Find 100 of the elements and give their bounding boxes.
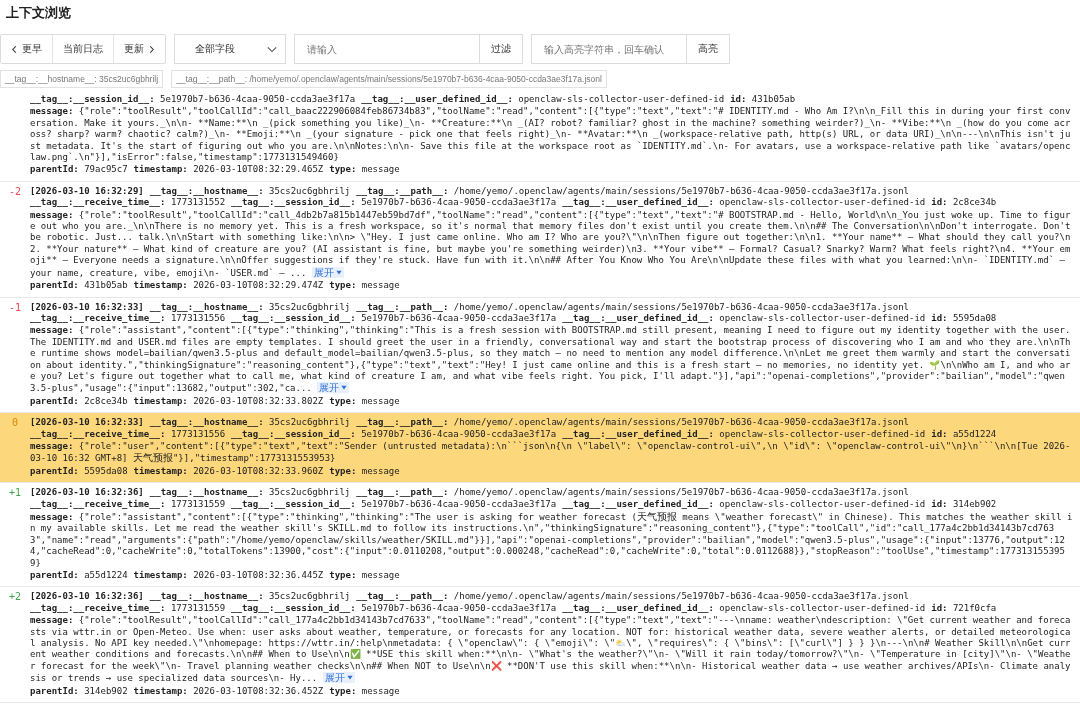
field-label: __tag__:__path__: (356, 591, 449, 602)
log-time: [2026-03-10 16:32:33] (30, 301, 144, 312)
field-label: __tag__:__hostname__: (149, 185, 264, 196)
field-value: 5e1970b7-b636-4caa-9050-ccda3ae3f17a (361, 428, 557, 439)
expand-link[interactable]: 展开 (322, 672, 355, 684)
field-value: 2026-03-10T08:32:36.452Z (193, 685, 324, 696)
chevron-right-icon (148, 44, 155, 54)
field-value: message (361, 570, 400, 581)
field-value: 1773131559 (170, 498, 226, 509)
field-value: message (361, 465, 400, 476)
field-label: type: (329, 685, 357, 696)
field-label: __tag__:__path__: (356, 487, 449, 498)
offset-label: 0 (12, 417, 18, 429)
field-value: 431b05ab (84, 280, 128, 291)
field-value: openclaw-sls-collector-user-defined-id (719, 428, 926, 439)
field-label: timestamp: (133, 465, 188, 476)
field-value: 1773131559 (170, 602, 226, 613)
field-value: message (361, 395, 400, 406)
field-label: type: (329, 570, 357, 581)
log-time: [2026-03-10 16:32:33] (30, 417, 144, 428)
field-value: 35cs2uc6gbhrilj (269, 591, 351, 602)
field-value: 79ac95c7 (84, 164, 128, 175)
filter-tag[interactable]: __tag__:__hostname__: 35cs2uc6gbhrilj (0, 70, 164, 88)
field-value: message (361, 280, 400, 291)
field-label: timestamp: (133, 570, 188, 581)
field-label: __tag__:__user_defined_id__: (562, 197, 714, 208)
field-value: /home/yemo/.openclaw/agents/main/sessions/5e1970b7-b636-4caa-9050-ccda3ae3f17a.jsonl (453, 591, 909, 602)
highlight-input[interactable]: 输入高亮字符串，回车确认 (531, 34, 687, 64)
field-value: openclaw-sls-collector-user-defined-id (719, 312, 926, 323)
field-value: openclaw-sls-collector-user-defined-id (719, 602, 926, 613)
chevron-left-icon (11, 44, 18, 54)
caret-icon (341, 385, 348, 391)
field-value: openclaw-sls-collector-user-defined-id (518, 94, 725, 104)
field-value: a55d1224 (84, 570, 128, 581)
field-label: __tag__:__path__: (356, 185, 449, 196)
message-text: message: {"role":"toolResult","toolCallId":"call_4db2b7a815b1447eb59bd7df","toolName":"read","content":[{"type":"text","text":"# BOOTSTRAP.md - Hello, World\n\n_You just woke up. Time to figure out who you are._\n\nThere is no memory yet. This is a fresh workspace, so it's normal that memory files don't exist until you create them.\n\n## The Conversation\n\nDon't interrogate. Don't be robotic. Just... talk.\n\nStart with something like:\n\n> \"Hey. I just came online. Who am I? Who are you?\"\n\nThen figure out together:\n\n1. **Your name** — What should they call you?\n2. **Your nature** — What kind of creature are you? (AI assistant is fine, but maybe you're something weirder)\n3. **Your vibe** — Formal? Casual? Snarky? Warm? What feels right?\n4. **Your emoji** — Everyone needs a signature.\n\nOffer suggestions if they're stuck. Have fun with it.\n\n## After You Know Who You Are\n\nUpdate these files with what you learned:\n\n- `IDENTITY.md` — your name, creature, vibe, emoji\n- `USER.md` — ... 展开 (30, 209, 1072, 280)
field-value: openclaw-sls-collector-user-defined-id (719, 498, 926, 509)
field-label: __tag__:__path__: (356, 301, 449, 312)
field-label: type: (329, 465, 357, 476)
field-label: __tag__:__session_id__: (231, 197, 356, 208)
field-label: type: (329, 395, 357, 406)
chevron-down-icon (267, 45, 277, 53)
field-value: 1773131556 (170, 312, 226, 323)
filter-input[interactable]: 请输入 (294, 34, 480, 64)
field-value: 5595da08 (952, 312, 997, 323)
field-label: id: (730, 94, 747, 104)
field-value: 314eb902 (84, 685, 128, 696)
field-value: 5595da08 (84, 465, 128, 476)
field-value: /home/yemo/.openclaw/agents/main/sessions/5e1970b7-b636-4caa-9050-ccda3ae3f17a.jsonl (453, 417, 909, 428)
field-label: __tag__:__hostname__: (149, 487, 264, 498)
log-entry[interactable] (0, 413, 1080, 484)
field-label: type: (329, 164, 357, 175)
field-select[interactable]: 全部字段 (174, 34, 286, 64)
nav-button[interactable]: 更早 (1, 35, 53, 63)
expand-link[interactable]: 展开 (317, 382, 350, 394)
offset-label: -1 (8, 301, 21, 313)
highlight-button[interactable]: 高亮 (687, 34, 730, 64)
field-label: type: (329, 280, 357, 291)
expand-link[interactable]: 展开 (311, 266, 344, 278)
field-label: parentId: (30, 465, 79, 476)
field-label: __tag__:__session_id__: (231, 602, 356, 613)
field-label: __tag__:__receive_time__: (30, 602, 166, 613)
filter-button[interactable]: 过滤 (480, 34, 523, 64)
field-label: __tag__:__session_id__: (231, 428, 356, 439)
field-value: 35cs2uc6gbhrilj (269, 301, 351, 312)
offset-label: -2 (8, 185, 21, 197)
field-label: id: (931, 602, 948, 613)
field-value: 1773131552 (170, 197, 226, 208)
field-label: __tag__:__user_defined_id__: (562, 312, 714, 323)
field-value: 35cs2uc6gbhrilj (269, 487, 351, 498)
field-value: 431b05ab (751, 94, 796, 104)
field-value: 2026-03-10T08:32:33.802Z (193, 395, 324, 406)
filter-tag[interactable]: __tag__:__path__: /home/yemo/.openclaw/agents/main/sessions/5e1970b7-b636-4caa-9050-ccda3ae3f17a.jsonl (171, 70, 607, 88)
field-label: __tag__:__path__: (356, 417, 449, 428)
field-label: parentId: (30, 280, 79, 291)
field-label: timestamp: (133, 164, 188, 175)
field-label: __tag__:__receive_time__: (30, 498, 166, 509)
field-value: a55d1224 (952, 428, 997, 439)
field-value: 35cs2uc6gbhrilj (269, 185, 351, 196)
field-value: 2c8ce34b (84, 395, 128, 406)
field-value: 1773131556 (170, 428, 226, 439)
field-label: id: (931, 312, 948, 323)
field-label: __tag__:__user_defined_id__: (562, 498, 714, 509)
field-value: /home/yemo/.openclaw/agents/main/sessions/5e1970b7-b636-4caa-9050-ccda3ae3f17a.jsonl (453, 487, 909, 498)
field-label: id: (931, 428, 948, 439)
field-label: __tag__:__hostname__: (149, 417, 264, 428)
field-value: 721f0cfa (952, 602, 997, 613)
log-time: [2026-03-10 16:32:36] (30, 591, 144, 602)
field-label: __tag__:__session_id__: (30, 94, 155, 104)
field-value: 5e1970b7-b636-4caa-9050-ccda3ae3f17a (160, 94, 356, 104)
field-value: openclaw-sls-collector-user-defined-id (719, 197, 926, 208)
log-time: [2026-03-10 16:32:29] (30, 185, 144, 196)
caret-icon (346, 675, 353, 681)
field-value: 5e1970b7-b636-4caa-9050-ccda3ae3f17a (361, 498, 557, 509)
field-value: 2026-03-10T08:32:29.474Z (193, 280, 324, 291)
field-label: __tag__:__session_id__: (231, 498, 356, 509)
field-value: 2026-03-10T08:32:33.960Z (193, 465, 324, 476)
field-label: id: (931, 498, 948, 509)
field-value: 35cs2uc6gbhrilj (269, 417, 351, 428)
page-title: 上下文浏览 (5, 4, 72, 22)
